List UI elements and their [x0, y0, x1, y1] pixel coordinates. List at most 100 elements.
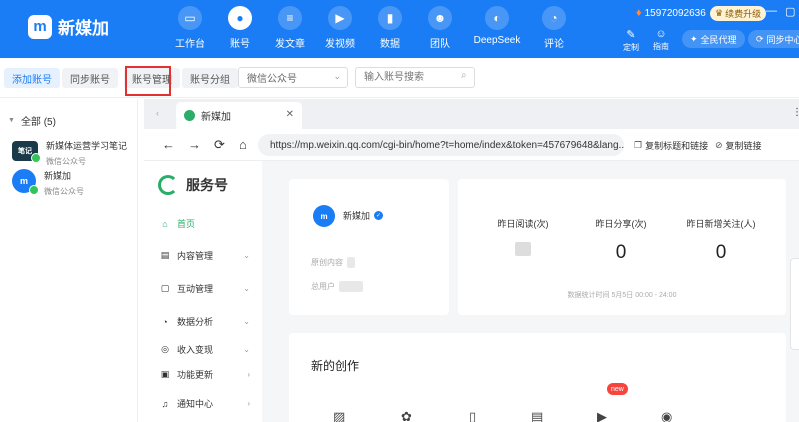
stat-value: 0	[615, 242, 627, 263]
sync-account-button[interactable]: 同步账号	[62, 68, 118, 88]
guide-button[interactable]: ☺ 指南	[650, 28, 672, 53]
menu-label: 首页	[177, 219, 196, 229]
nav-deepseek[interactable]: ◐ DeepSeek	[465, 6, 529, 50]
video-icon: ▶	[328, 6, 352, 30]
wechat-mp-logo-icon	[158, 175, 178, 195]
platform-value: 微信公众号	[247, 74, 297, 85]
nav-article[interactable]: ≡ 发文章	[265, 6, 315, 50]
nav-data[interactable]: ▮ 数据	[365, 6, 415, 50]
menu-interaction[interactable]: ▢ 互动管理 ⌄	[160, 282, 250, 295]
blurred-value	[347, 257, 355, 268]
account-name: 新媒加	[44, 171, 72, 181]
chat-icon: ▢	[160, 283, 170, 293]
menu-updates[interactable]: ▣ 功能更新 ›	[160, 368, 250, 381]
tab-menu-icon[interactable]: ⋮	[792, 107, 799, 118]
total-users: 总用户	[311, 281, 363, 292]
forward-icon[interactable]: →	[188, 137, 201, 152]
stat-value: 0	[715, 242, 727, 263]
sync-icon: ⟳	[756, 33, 764, 44]
share-icon: ✦	[690, 33, 698, 44]
image-post-icon[interactable]: ▨	[333, 409, 345, 422]
platform-select[interactable]: 微信公众号 ⌄	[238, 67, 348, 88]
app-logo[interactable]: m 新媒加	[28, 14, 109, 39]
upgrade-button[interactable]: ♛ 续费升级	[710, 6, 767, 21]
search-icon[interactable]: ⌕	[461, 70, 467, 81]
browser-tab[interactable]: 新媒加 ✕	[176, 102, 302, 129]
avatar-text: 笔记	[18, 148, 32, 155]
back-icon[interactable]: ←	[162, 137, 175, 152]
user-phone[interactable]: ♦ 15972092636	[636, 7, 706, 19]
nav-account[interactable]: ● 账号	[215, 6, 265, 50]
menu-label: 通知中心	[177, 399, 214, 409]
tab-scroll-left-icon[interactable]: ‹	[156, 108, 159, 118]
account-item[interactable]: 笔记 新媒体运营学习笔记 微信公众号	[12, 139, 127, 167]
meta-label: 原创内容	[311, 258, 343, 267]
guide-icon: ☺	[655, 28, 667, 40]
caret-down-icon: ▼	[8, 117, 15, 124]
agent-button[interactable]: ✦ 全民代理	[682, 30, 745, 48]
user-icon: ●	[228, 6, 252, 30]
group-account-button[interactable]: 账号分组	[182, 68, 238, 88]
menu-analytics[interactable]: ◔ 数据分析 ⌄	[160, 315, 250, 328]
wechat-icon	[184, 110, 195, 121]
close-icon[interactable]: ✕	[286, 109, 294, 120]
bell-icon: ♫	[161, 398, 169, 409]
home-nav-icon[interactable]: ⌂	[239, 137, 247, 152]
sync-center-button[interactable]: ⟳ 同步中心	[748, 30, 799, 48]
top-bar: m 新媒加 ▭ 工作台 ● 账号 ≡ 发文章 ▶ 发视频 ▮ 数据 ☻ 团队 ◐ DeepSe…	[0, 0, 799, 58]
menu-home[interactable]: ⌂ 首页	[160, 217, 250, 230]
audio-post-icon[interactable]: ◉	[661, 409, 672, 422]
group-all[interactable]: ▼ 全部 (5)	[8, 113, 56, 128]
text-post-icon[interactable]: ▯	[469, 409, 476, 422]
repost-icon[interactable]: ▤	[531, 409, 543, 422]
url-field[interactable]: https://mp.weixin.qq.com/cgi-bin/home?t=…	[258, 134, 624, 156]
nav-workbench[interactable]: ▭ 工作台	[165, 6, 215, 50]
main-nav: ▭ 工作台 ● 账号 ≡ 发文章 ▶ 发视频 ▮ 数据 ☻ 团队 ◐ DeepSeek ◔ 评论	[165, 6, 579, 50]
document-icon: ≡	[278, 6, 302, 30]
refresh-icon[interactable]: ⟳	[214, 137, 225, 153]
menu-content[interactable]: ▤ 内容管理 ⌄	[160, 249, 250, 262]
stat-share: 昨日分享(次) 0	[576, 217, 666, 264]
nav-label: 发文章	[275, 39, 305, 50]
account-toolbar: 添加账号 同步账号 账号管理 账号分组 微信公众号 ⌄ ⌕	[0, 58, 799, 98]
copy-link-button[interactable]: ⊘ 复制链接	[715, 139, 762, 152]
minimize-icon[interactable]: —	[766, 5, 777, 18]
pie-icon: ◔	[162, 316, 168, 327]
article-icon[interactable]: ✿	[401, 409, 412, 422]
account-card: m 新媒加 ✓ 原创内容 总用户	[289, 179, 449, 315]
video-post-icon[interactable]: ▶	[597, 409, 607, 422]
bar-chart-icon: ▮	[378, 6, 402, 30]
nav-video[interactable]: ▶ 发视频	[315, 6, 365, 50]
chevron-down-icon: ⌄	[333, 71, 341, 81]
mp-account-name[interactable]: 新媒加 ✓	[343, 209, 384, 222]
menu-notifications[interactable]: ♫ 通知中心 ›	[160, 397, 250, 410]
stat-label: 昨日新增关注(人)	[686, 219, 756, 229]
mp-sidebar: 服务号 ⌂ 首页 ▤ 内容管理 ⌄ ▢ 互动管理 ⌄ ◔ 数据分析 ⌄ ◎ 收入变现 ⌄ ▣ 功能更…	[144, 161, 262, 422]
menu-label: 互动管理	[177, 284, 214, 294]
nav-label: 数据	[380, 39, 400, 50]
comment-icon: ◔	[542, 6, 566, 30]
account-list: ▼ 全部 (5) 笔记 新媒体运营学习笔记 微信公众号 m 新媒加 微信公众号	[0, 99, 138, 422]
nav-team[interactable]: ☻ 团队	[415, 6, 465, 50]
nav-label: 工作台	[175, 39, 205, 50]
account-search-input[interactable]	[355, 67, 475, 88]
income-icon: ◎	[161, 345, 169, 354]
tool-label: 定制	[623, 43, 639, 52]
avatar-text: m	[19, 176, 28, 186]
floating-side-widget[interactable]	[790, 258, 799, 350]
chevron-right-icon: ›	[247, 370, 250, 379]
original-content: 原创内容	[311, 257, 355, 268]
copy-title-link-button[interactable]: ❐ 复制标题和链接	[634, 139, 708, 152]
add-account-button[interactable]: 添加账号	[4, 68, 60, 88]
maximize-icon[interactable]: ▢	[785, 5, 795, 18]
customize-button[interactable]: ✎ 定制	[620, 28, 642, 53]
content-icon: ▤	[160, 250, 170, 260]
wechat-badge-icon	[31, 153, 41, 163]
chevron-down-icon: ⌄	[243, 251, 250, 260]
menu-income[interactable]: ◎ 收入变现 ⌄	[160, 345, 250, 354]
upgrade-label: 续费升级	[725, 9, 762, 19]
nav-comment[interactable]: ◔ 评论	[529, 6, 579, 50]
account-item[interactable]: m 新媒加 微信公众号	[12, 169, 84, 197]
whale-icon: ◐	[485, 6, 509, 30]
stat-label: 昨日阅读(次)	[497, 219, 549, 229]
